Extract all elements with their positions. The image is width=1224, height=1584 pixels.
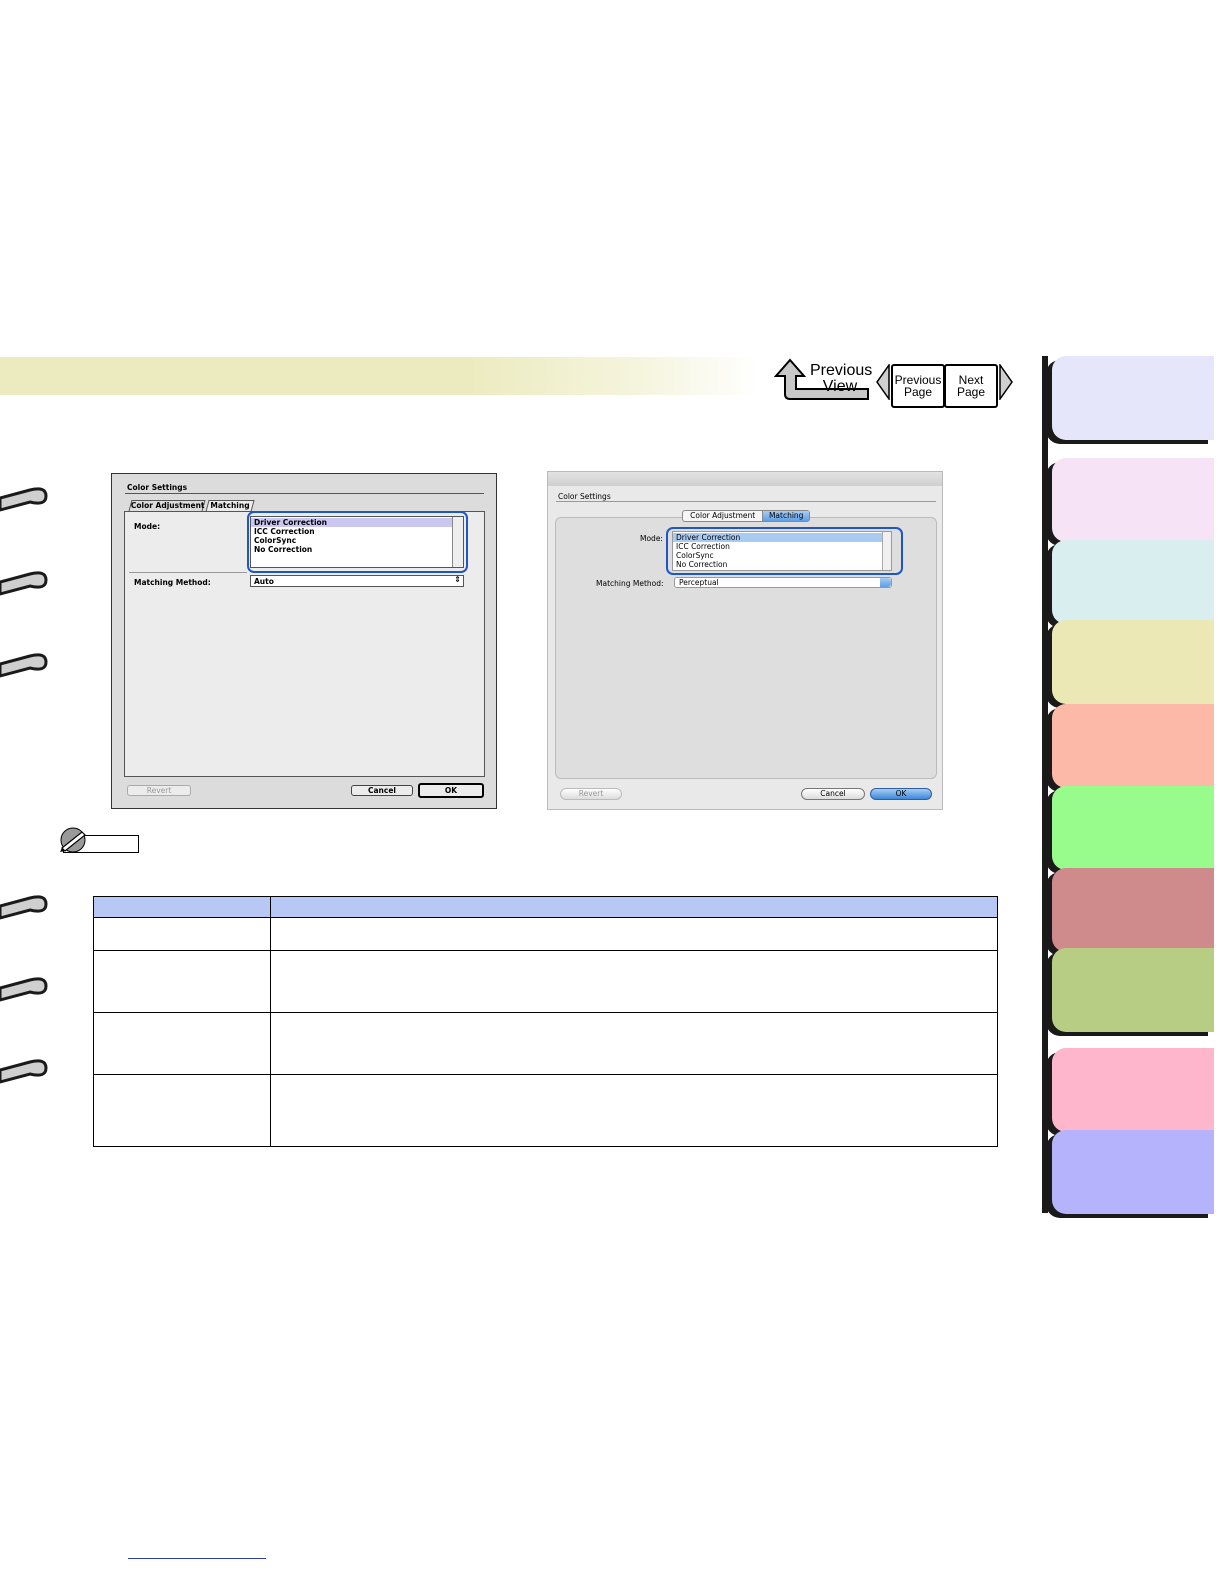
table-cell	[93, 950, 271, 1014]
side-tab-3[interactable]	[1052, 540, 1214, 624]
matching-method-label: Matching Method:	[596, 579, 664, 588]
previous-view-button[interactable]: Previous View	[774, 358, 873, 402]
footer-link[interactable]	[128, 1558, 266, 1559]
table-cell	[270, 1073, 998, 1148]
tab-color-adjustment[interactable]: Color Adjustment	[128, 500, 206, 511]
left-tab-3[interactable]	[0, 646, 48, 680]
table-row	[93, 950, 998, 1014]
matching-method-label: Matching Method:	[134, 578, 211, 587]
pencil-icon	[60, 827, 86, 853]
revert-button[interactable]: Revert	[560, 788, 622, 800]
mode-label: Mode:	[134, 522, 161, 531]
tab-segmented-control: Color Adjustment Matching	[682, 510, 810, 522]
table-cell	[270, 1012, 998, 1075]
dialog-title: Color Settings	[558, 492, 611, 501]
matching-method-value: Auto	[254, 577, 274, 586]
side-tab-9[interactable]	[1052, 1048, 1214, 1132]
title-divider	[125, 493, 484, 494]
title-divider	[556, 501, 936, 502]
table-cell	[93, 917, 271, 952]
next-page-arrow-icon[interactable]	[999, 364, 1013, 400]
table-cell	[93, 1012, 271, 1075]
table-row	[93, 917, 998, 952]
ok-button[interactable]: OK	[418, 783, 484, 798]
table-header-cell	[93, 895, 271, 919]
table-header-row	[93, 895, 998, 919]
mode-highlight-box	[247, 511, 468, 573]
table-cell	[270, 917, 998, 952]
table-row	[93, 1012, 998, 1075]
previous-page-label-line2: Page	[903, 385, 933, 399]
tab-matching[interactable]: Matching	[763, 511, 809, 521]
side-tab-spine	[1042, 356, 1048, 1213]
color-settings-dialog-classic: Color Settings Color Adjustment Matching…	[111, 473, 497, 809]
chevron-updown-icon: ⇕	[454, 575, 461, 584]
dialog-title: Color Settings	[127, 483, 188, 492]
mode-label: Mode:	[640, 534, 663, 543]
left-tab-4[interactable]	[0, 888, 48, 922]
table-cell	[93, 1073, 271, 1148]
side-tab-5[interactable]	[1052, 704, 1214, 788]
previous-view-label-line2: View	[822, 378, 858, 395]
side-tab-10[interactable]	[1052, 1130, 1214, 1214]
previous-page-button[interactable]: Previous Page	[891, 364, 945, 408]
left-tab-1[interactable]	[0, 480, 48, 514]
cancel-button[interactable]: Cancel	[351, 785, 413, 796]
cancel-button[interactable]: Cancel	[801, 788, 865, 800]
table-cell	[270, 950, 998, 1014]
left-tab-6[interactable]	[0, 1052, 48, 1086]
dialog-top-bar	[548, 472, 942, 486]
side-tab-8[interactable]	[1052, 948, 1214, 1032]
next-page-label-line2: Page	[956, 385, 986, 399]
ok-button[interactable]: OK	[870, 788, 932, 800]
chevron-updown-icon	[880, 578, 891, 587]
left-tab-2[interactable]	[0, 564, 48, 598]
matching-method-value: Perceptual	[679, 578, 719, 587]
header-band	[0, 357, 760, 395]
side-tab-4[interactable]	[1052, 620, 1214, 704]
tab-color-adjustment[interactable]: Color Adjustment	[683, 511, 764, 521]
previous-view-label-line1: Previous	[810, 362, 873, 379]
side-tab-7[interactable]	[1052, 868, 1214, 952]
previous-page-arrow-icon[interactable]	[876, 364, 890, 400]
mode-highlight-box	[666, 527, 903, 575]
next-page-button[interactable]: Next Page	[944, 364, 998, 408]
table-header-cell	[270, 895, 998, 919]
section-divider	[129, 572, 247, 573]
matching-method-select[interactable]: Auto ⇕	[250, 575, 464, 587]
color-settings-dialog-aqua: Color Settings Color Adjustment Matching…	[547, 471, 943, 810]
side-tab-2[interactable]	[1052, 458, 1214, 542]
side-tab-1[interactable]	[1052, 356, 1214, 440]
matching-method-select[interactable]: Perceptual	[674, 577, 892, 588]
revert-button[interactable]: Revert	[127, 785, 191, 796]
side-tab-6[interactable]	[1052, 786, 1214, 870]
left-tab-5[interactable]	[0, 970, 48, 1004]
mode-description-table	[93, 895, 998, 1148]
table-row	[93, 1073, 998, 1148]
